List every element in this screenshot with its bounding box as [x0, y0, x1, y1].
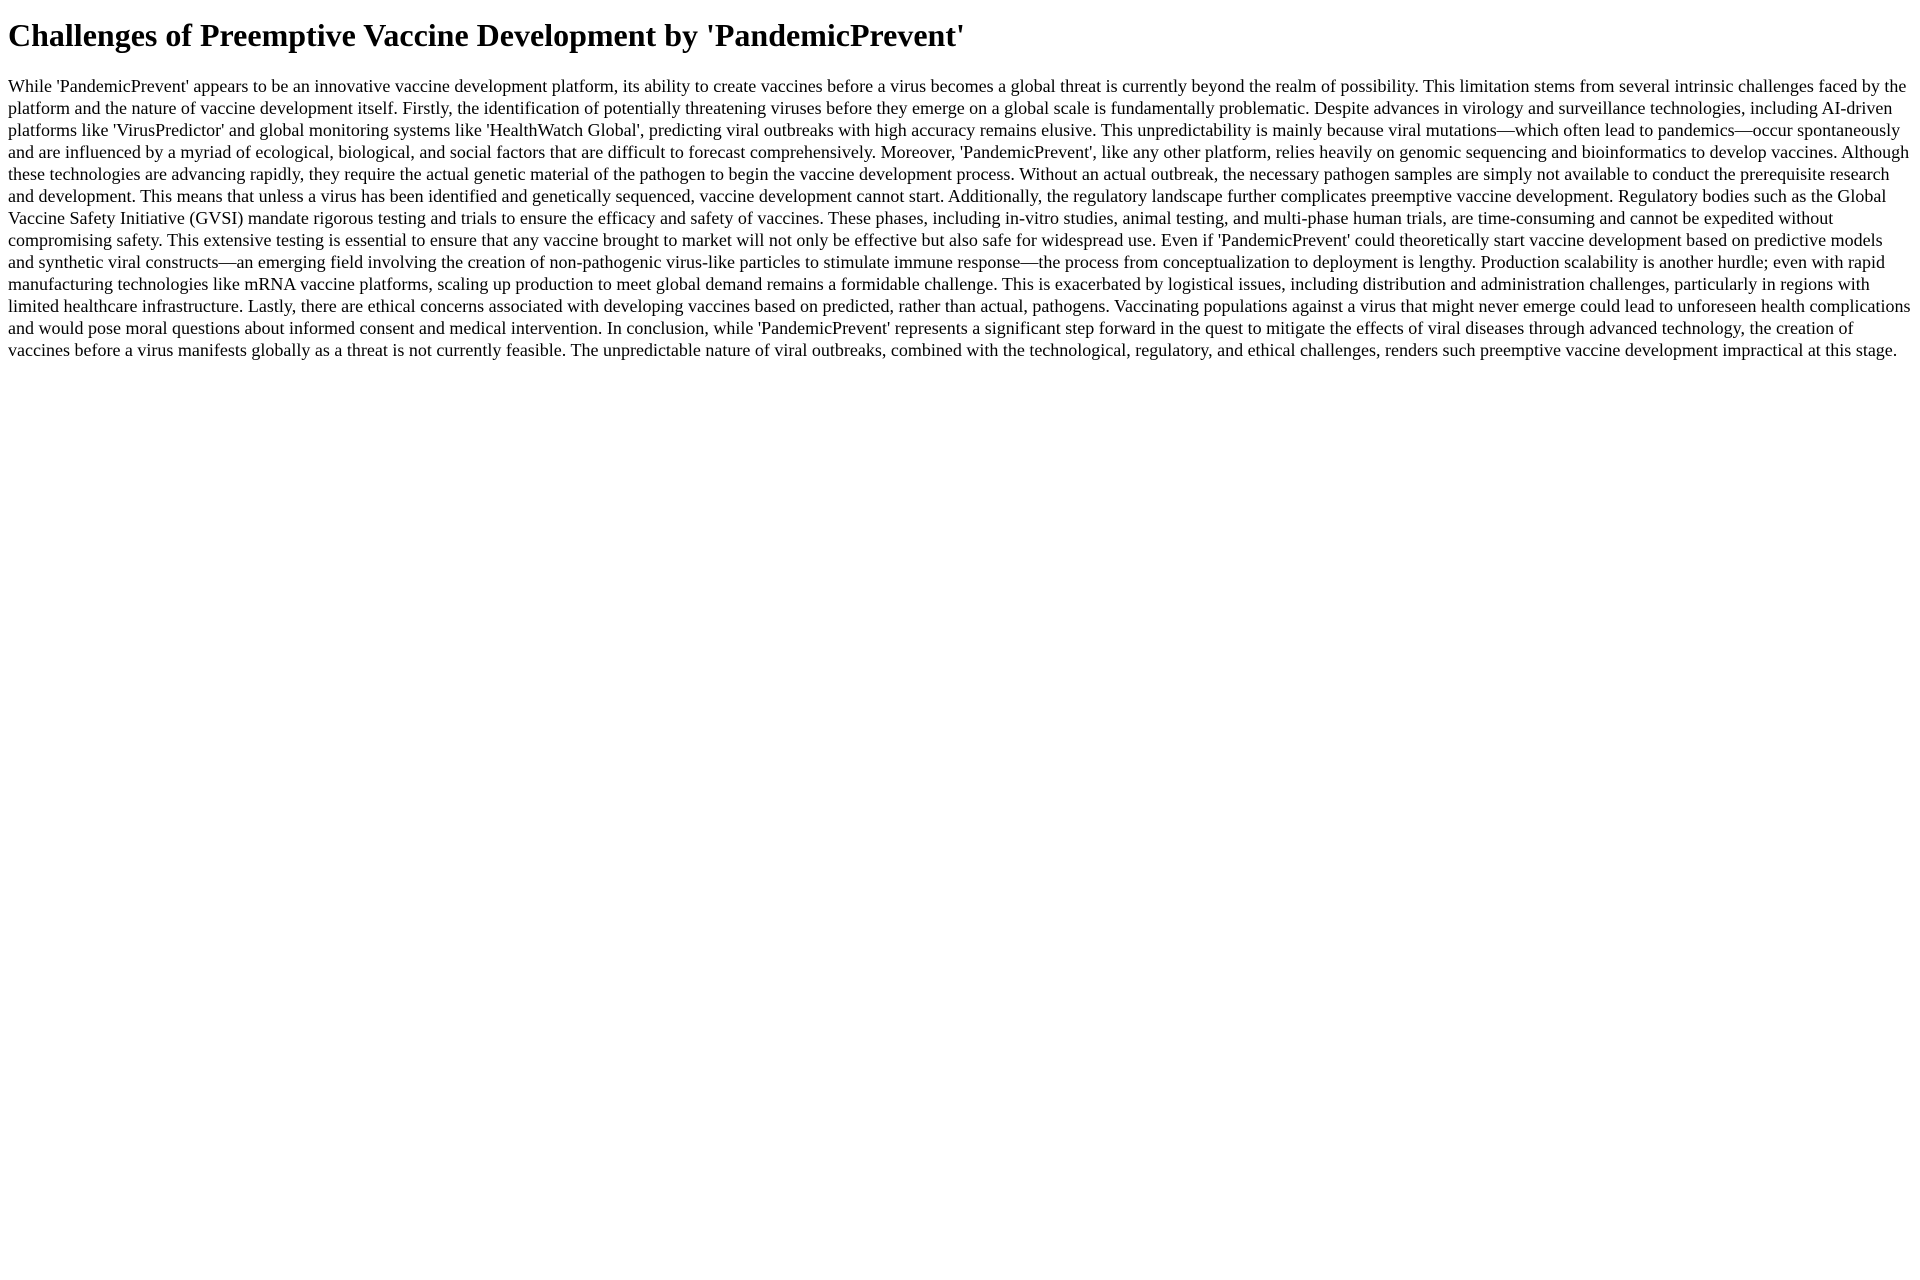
article-body: While 'PandemicPrevent' appears to be an… [8, 76, 1911, 360]
page-title: Challenges of Preemptive Vaccine Develop… [8, 17, 965, 53]
